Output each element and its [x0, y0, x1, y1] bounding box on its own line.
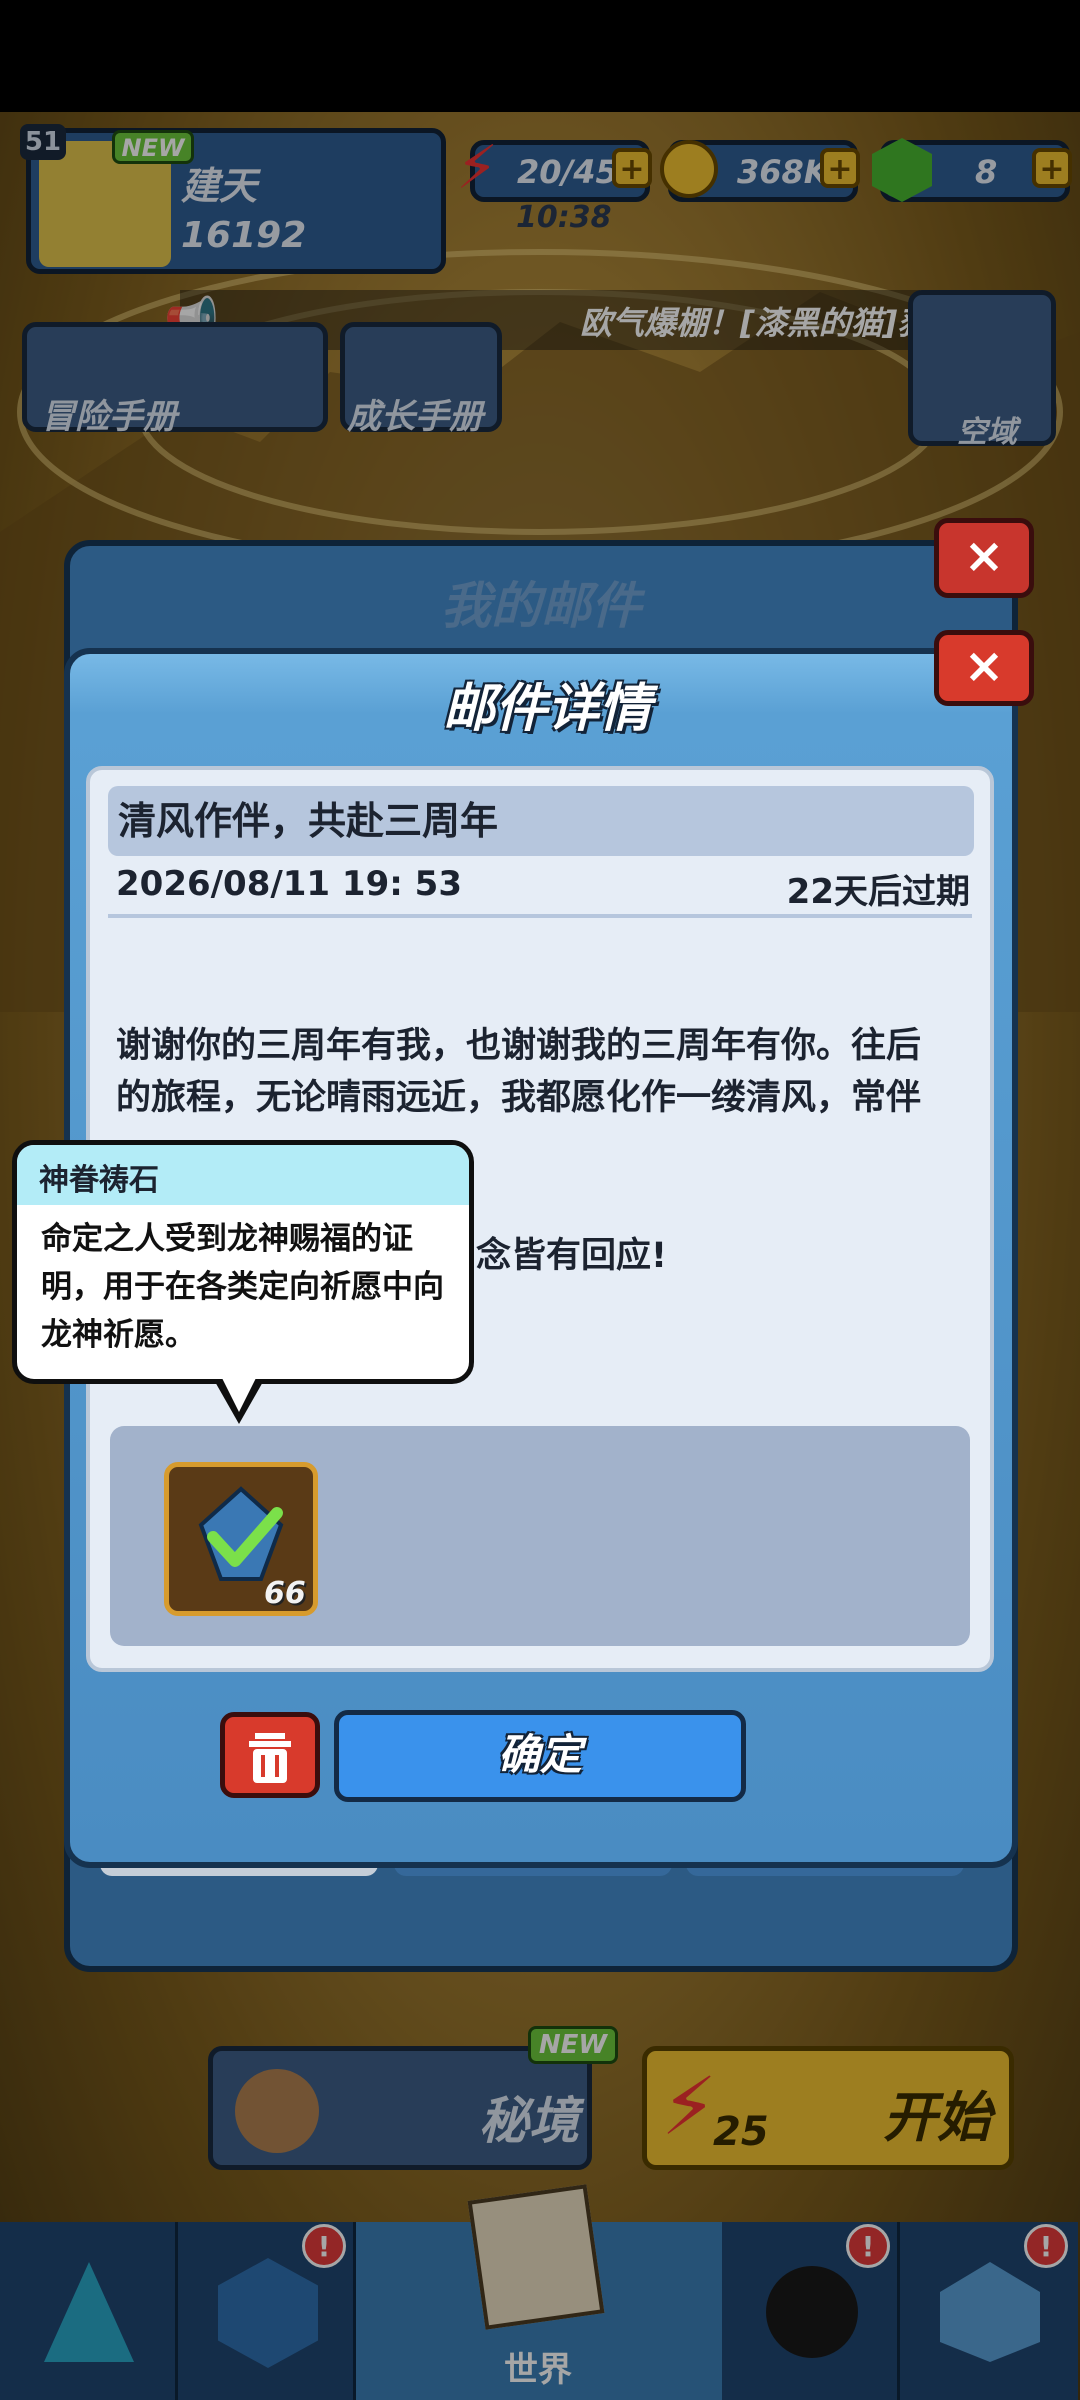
attachment-count: 66 — [264, 1576, 306, 1611]
mail-subject: 清风作伴，共赴三周年 — [108, 786, 974, 856]
divider — [108, 914, 972, 918]
delete-button[interactable] — [220, 1712, 320, 1798]
mail-date: 2026/08/11 19: 53 — [116, 864, 462, 904]
tooltip-description: 命定之人受到龙神赐福的证明，用于在各类定向祈愿中向龙神祈愿。 — [41, 1221, 444, 1353]
mail-body-line: 谢谢你的三周年有我，也谢谢我的三周年有你。往后 — [116, 1026, 922, 1066]
confirm-button[interactable]: 确定 — [334, 1710, 746, 1802]
my-mail-close-button[interactable]: × — [934, 518, 1034, 598]
tooltip-title: 神眷祷石 — [39, 1163, 159, 1198]
dialog-title: 邮件详情 — [442, 679, 651, 739]
mail-expiry: 22天后过期 — [786, 872, 970, 912]
status-bar — [0, 0, 1080, 112]
trash-icon — [249, 1733, 291, 1783]
mail-body-line: 的旅程，无论晴雨远近，我都愿化作一缕清风，常伴 — [116, 1078, 922, 1118]
my-mail-title: 我的邮件 — [441, 577, 641, 635]
mail-body-line: 念皆有回应! — [476, 1236, 667, 1276]
item-tooltip: 神眷祷石 命定之人受到龙神赐福的证明，用于在各类定向祈愿中向龙神祈愿。 — [12, 1140, 474, 1384]
tooltip-pointer — [214, 1378, 264, 1424]
close-button[interactable]: × — [934, 630, 1034, 706]
